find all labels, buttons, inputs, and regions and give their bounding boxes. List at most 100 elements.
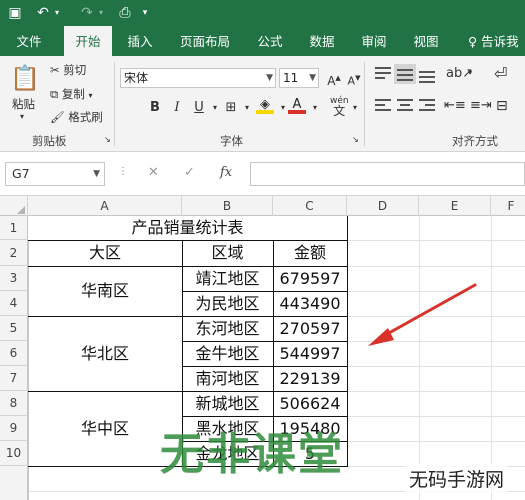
chevron-down-icon: ▼ <box>266 73 273 83</box>
amount-cell[interactable]: 443490 <box>273 291 347 316</box>
align-right-icon[interactable] <box>416 96 438 116</box>
area-cell[interactable]: 为民地区 <box>182 291 273 316</box>
formula-input[interactable] <box>250 162 525 186</box>
merge-center-icon[interactable]: ⊟ <box>496 98 508 114</box>
amount-cell[interactable]: 270597 <box>273 316 347 341</box>
row-header[interactable]: 4 <box>0 291 28 316</box>
copy-button[interactable]: ⧉ 复制 ▾ <box>50 86 93 102</box>
redo-icon[interactable]: ↷ <box>78 0 96 26</box>
row-header[interactable]: 6 <box>0 341 28 366</box>
customize-toolbar-icon[interactable]: ▾ <box>140 0 150 26</box>
region-cell[interactable]: 华北区 <box>28 316 182 391</box>
row-header[interactable]: 10 <box>0 441 28 466</box>
increase-font-icon[interactable]: A▲ <box>325 69 343 88</box>
copy-dropdown-icon: ▾ <box>88 91 93 100</box>
select-all-icon <box>17 206 25 214</box>
row-header[interactable]: 9 <box>0 416 28 441</box>
tab-data[interactable]: 数据 <box>302 26 342 56</box>
area-cell[interactable]: 靖江地区 <box>182 266 273 291</box>
undo-icon[interactable]: ↶ <box>34 0 52 26</box>
amount-cell[interactable]: 679597 <box>273 266 347 291</box>
column-header-c[interactable]: C <box>273 196 347 216</box>
row-header-filler <box>0 466 28 500</box>
tab-file[interactable]: 文件 <box>6 26 52 56</box>
amount-cell[interactable]: 506624 <box>273 391 347 416</box>
gridline <box>347 240 525 241</box>
tab-page-layout[interactable]: 页面布局 <box>172 26 238 56</box>
amount-cell[interactable]: 229139 <box>273 366 347 391</box>
row-header[interactable]: 8 <box>0 391 28 416</box>
decrease-font-icon[interactable]: A▼ <box>345 69 363 88</box>
paste-dropdown-icon[interactable]: ▾ <box>20 112 24 121</box>
font-size-value: 11 <box>283 71 299 85</box>
fill-color-icon[interactable]: ◈ <box>256 96 274 114</box>
redo-dropdown-icon[interactable]: ▾ <box>96 0 106 26</box>
header-amount[interactable]: 金额 <box>273 240 347 266</box>
tell-me-box[interactable]: ♀ 告诉我 <box>468 26 525 56</box>
tab-review[interactable]: 审阅 <box>354 26 394 56</box>
insert-function-icon[interactable]: fx <box>220 165 232 180</box>
column-header-b[interactable]: B <box>182 196 273 216</box>
font-size-select[interactable]: 11 ▼ <box>279 68 319 88</box>
ribbon-tabs: 文件 开始 插入 页面布局 公式 数据 审阅 视图 ♀ 告诉我 <box>0 26 525 56</box>
orientation-dropdown-icon[interactable]: ▾ <box>468 68 472 77</box>
print-preview-icon[interactable]: ⎙ <box>116 0 134 26</box>
formula-bar-grip-icon[interactable]: ⋮ <box>118 166 128 177</box>
column-header-a[interactable]: A <box>28 196 182 216</box>
increase-indent-icon[interactable]: ≡⇥ <box>470 98 492 113</box>
tab-home[interactable]: 开始 <box>64 26 112 56</box>
save-icon[interactable]: ▣ <box>6 0 24 26</box>
enter-icon[interactable]: ✓ <box>184 165 195 180</box>
row-header[interactable]: 1 <box>0 216 28 240</box>
cut-button[interactable]: ✂ 剪切 <box>50 62 86 78</box>
region-cell[interactable]: 华中区 <box>28 391 182 466</box>
clipboard-icon[interactable]: 📋 <box>10 64 40 94</box>
area-cell[interactable]: 新城地区 <box>182 391 273 416</box>
align-bottom-icon[interactable] <box>416 64 438 84</box>
bold-button[interactable]: B <box>146 99 164 117</box>
font-color-dropdown-icon[interactable]: ▾ <box>306 99 324 117</box>
phonetic-dropdown-icon[interactable]: ▾ <box>346 99 364 117</box>
amount-cell[interactable]: 544997 <box>273 341 347 366</box>
font-launcher-icon[interactable]: ↘ <box>352 135 359 144</box>
select-all-corner[interactable] <box>0 196 28 216</box>
row-header[interactable]: 2 <box>0 240 28 266</box>
area-cell[interactable]: 南河地区 <box>182 366 273 391</box>
column-header-d[interactable]: D <box>347 196 419 216</box>
region-cell[interactable]: 华南区 <box>28 266 182 316</box>
decrease-indent-icon[interactable]: ⇤≡ <box>444 98 466 113</box>
header-region[interactable]: 大区 <box>28 240 182 266</box>
table-title[interactable]: 产品销量统计表 <box>28 216 347 240</box>
formula-bar: G7 ▼ ⋮ ✕ ✓ fx <box>0 152 525 196</box>
align-center-icon[interactable] <box>394 96 416 116</box>
wrap-text-icon[interactable]: ⏎ <box>494 64 507 83</box>
header-area[interactable]: 区域 <box>182 240 273 266</box>
wen-char-icon: 文 <box>333 104 346 118</box>
tab-insert[interactable]: 插入 <box>120 26 160 56</box>
tab-view[interactable]: 视图 <box>406 26 446 56</box>
name-box[interactable]: G7 ▼ <box>5 162 105 186</box>
italic-button[interactable]: I <box>168 99 186 117</box>
font-color-icon[interactable]: A <box>288 96 306 114</box>
align-middle-icon[interactable] <box>394 64 416 84</box>
undo-dropdown-icon[interactable]: ▾ <box>52 0 62 26</box>
tab-formulas[interactable]: 公式 <box>250 26 290 56</box>
borders-dropdown-icon[interactable]: ▾ <box>238 99 256 117</box>
gridline <box>491 216 492 500</box>
row-header[interactable]: 7 <box>0 366 28 391</box>
font-name-select[interactable]: 宋体 ▼ <box>120 68 276 88</box>
paste-button[interactable]: 粘贴 <box>12 96 35 112</box>
ribbon: 📋 粘贴 ▾ ✂ 剪切 ⧉ 复制 ▾ 🖌 格式刷 剪贴板 ↘ 宋体 ▼ 11 ▼ A… <box>0 56 525 152</box>
row-header[interactable]: 5 <box>0 316 28 341</box>
area-cell[interactable]: 金牛地区 <box>182 341 273 366</box>
area-cell[interactable]: 东河地区 <box>182 316 273 341</box>
tell-me-label: 告诉我 <box>481 34 519 49</box>
clipboard-launcher-icon[interactable]: ↘ <box>104 135 111 144</box>
cancel-icon[interactable]: ✕ <box>148 165 159 180</box>
row-header[interactable]: 3 <box>0 266 28 291</box>
align-top-icon[interactable] <box>372 64 394 84</box>
format-painter-button[interactable]: 🖌 格式刷 <box>50 109 103 125</box>
column-header-f[interactable]: F <box>491 196 525 216</box>
column-header-e[interactable]: E <box>419 196 491 216</box>
align-left-icon[interactable] <box>372 96 394 116</box>
